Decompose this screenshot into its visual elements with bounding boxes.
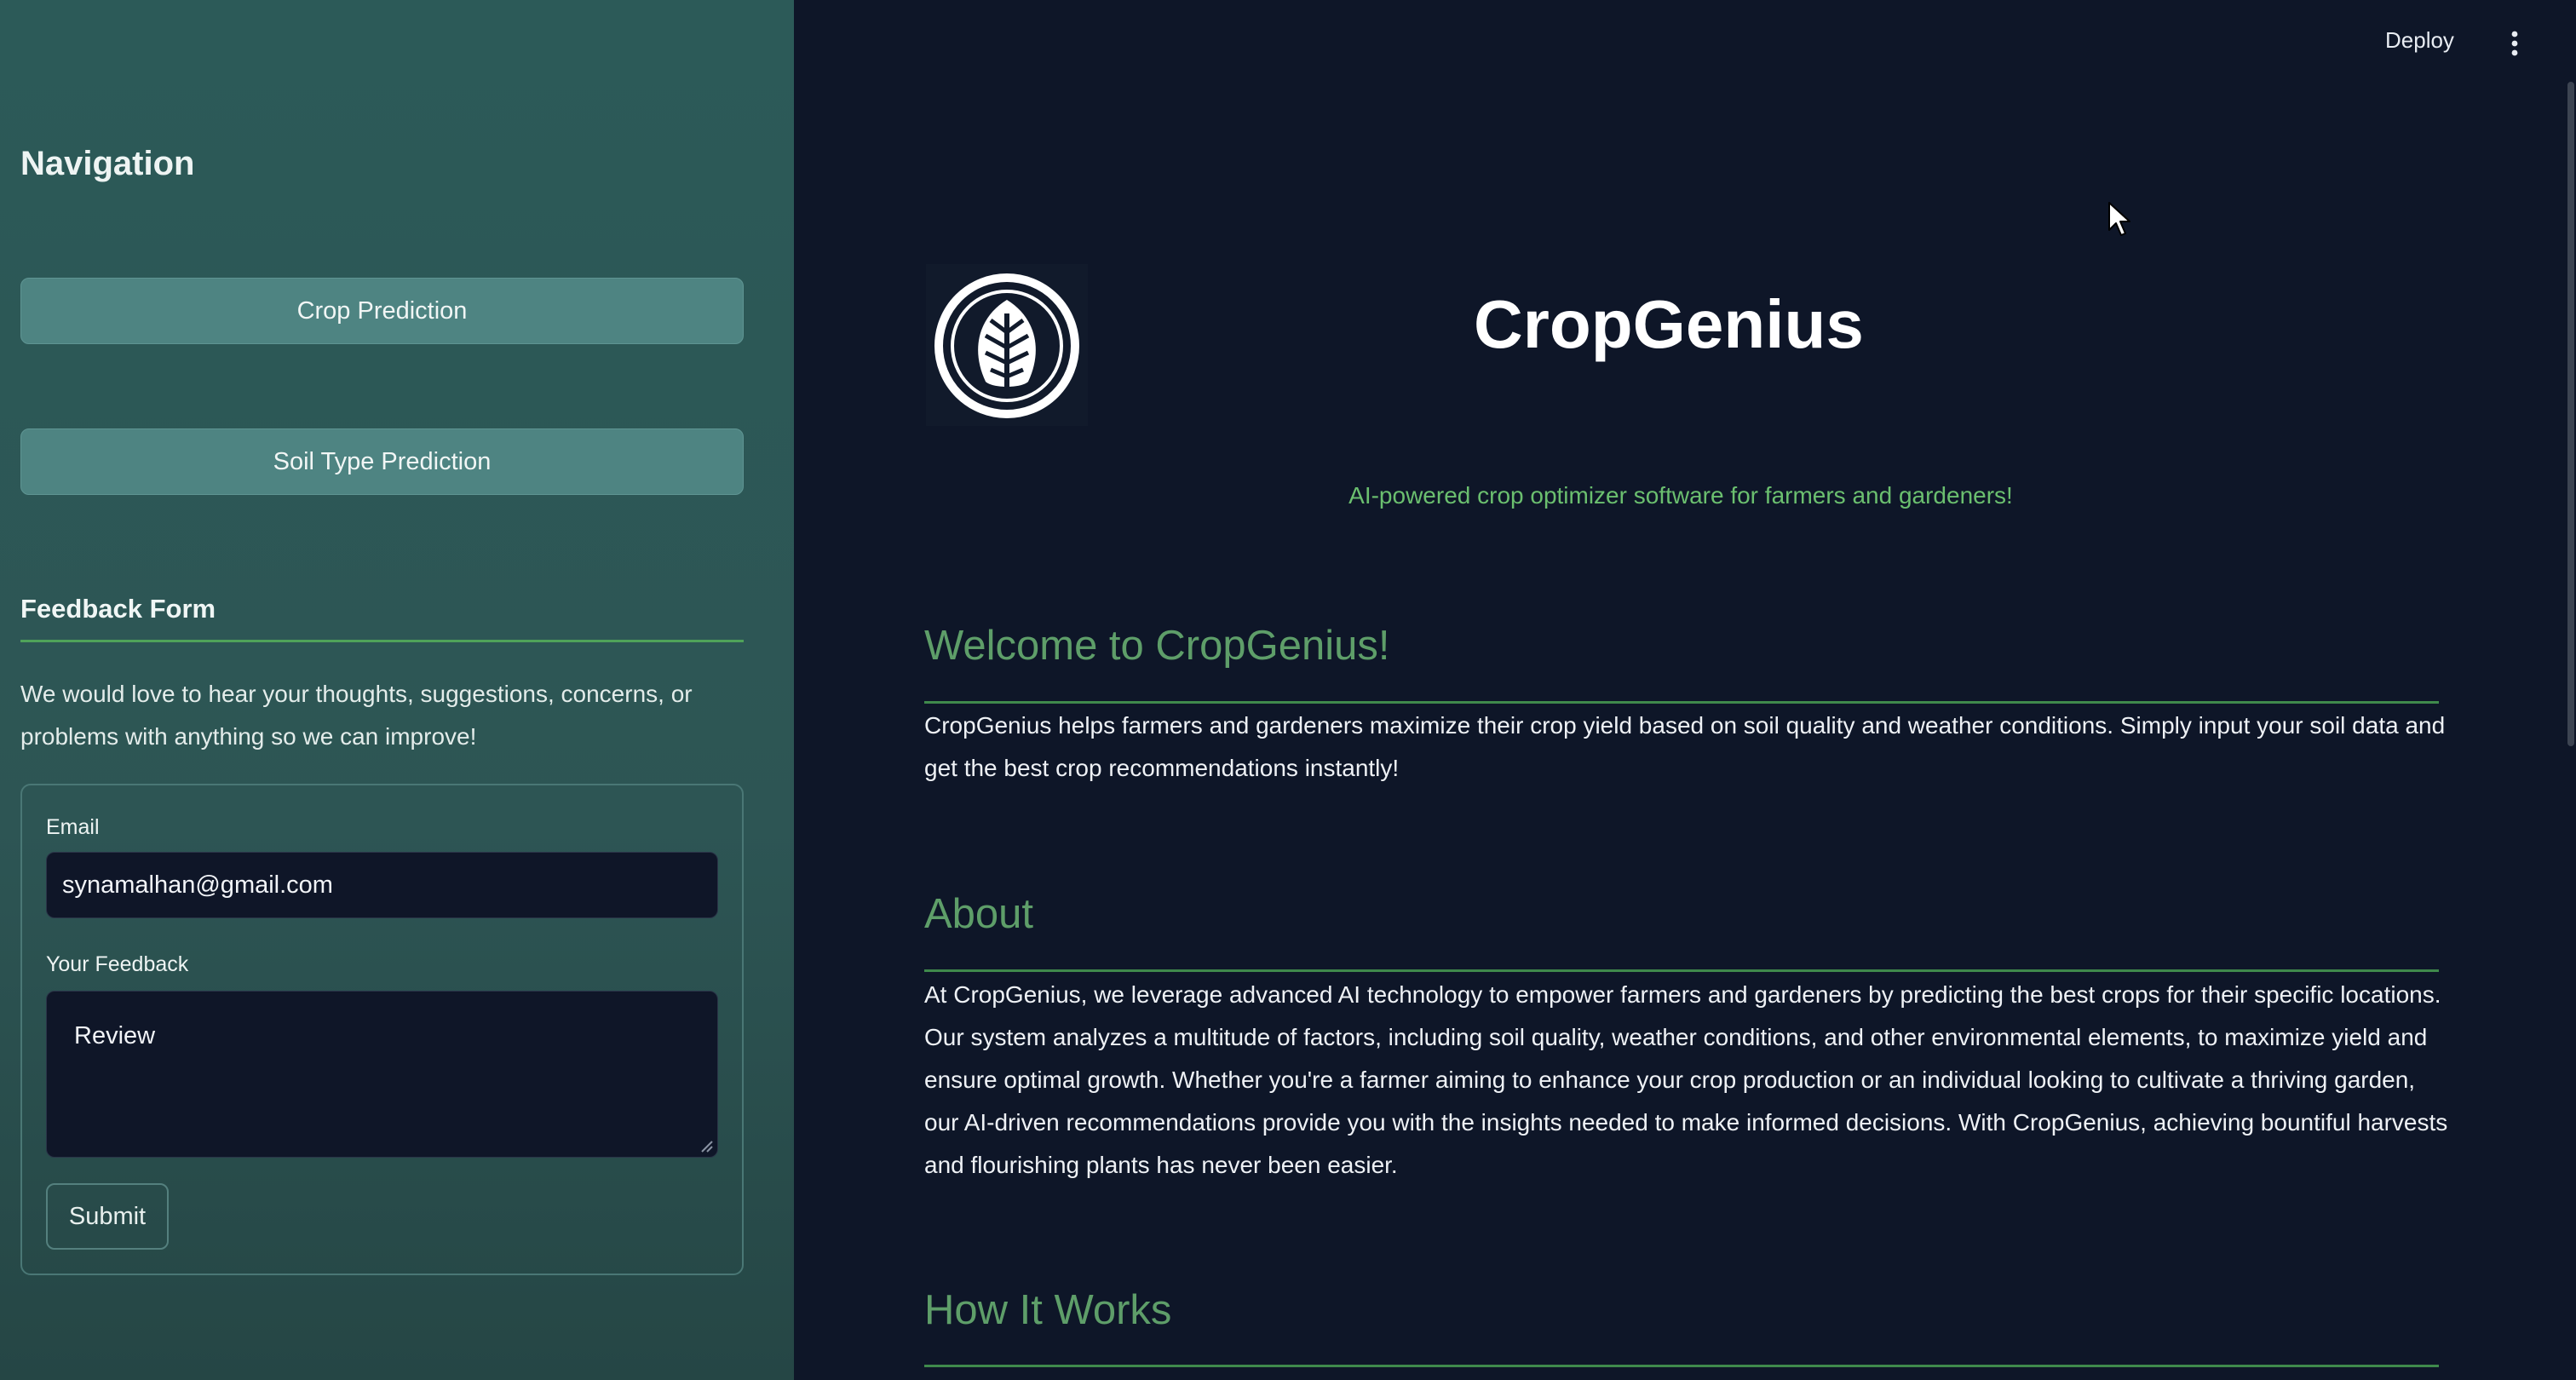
feedback-divider	[20, 640, 744, 642]
feedback-label: Your Feedback	[46, 952, 189, 976]
page-title: CropGenius	[1474, 286, 1864, 362]
scrollbar-thumb[interactable]	[2567, 82, 2574, 746]
welcome-paragraph: CropGenius helps farmers and gardeners m…	[924, 712, 2446, 781]
sidebar: Navigation Crop Prediction Soil Type Pre…	[0, 0, 794, 1380]
feedback-textarea[interactable]: Review	[46, 991, 718, 1158]
app-window: Navigation Crop Prediction Soil Type Pre…	[0, 0, 2576, 1380]
email-label: Email	[46, 815, 100, 839]
resize-grip-icon[interactable]	[699, 1138, 714, 1153]
soil-type-prediction-button[interactable]: Soil Type Prediction	[20, 428, 744, 495]
sidebar-title: Navigation	[20, 145, 195, 182]
feedback-description: We would love to hear your thoughts, sug…	[20, 681, 693, 750]
welcome-heading: Welcome to CropGenius!	[924, 623, 1390, 669]
leaf-logo-icon	[926, 264, 1088, 426]
how-it-works-divider	[924, 1365, 2439, 1367]
welcome-divider	[924, 701, 2439, 704]
mouse-cursor-icon	[2108, 202, 2130, 236]
submit-button[interactable]: Submit	[46, 1183, 169, 1250]
email-field[interactable]	[46, 852, 718, 918]
tagline: AI-powered crop optimizer software for f…	[1348, 482, 2013, 509]
about-divider	[924, 969, 2439, 972]
kebab-menu-icon[interactable]	[2504, 27, 2525, 61]
about-heading: About	[924, 891, 1034, 937]
how-it-works-heading: How It Works	[924, 1287, 1172, 1333]
about-paragraph: At CropGenius, we leverage advanced AI t…	[924, 981, 2448, 1178]
crop-prediction-button[interactable]: Crop Prediction	[20, 278, 744, 344]
feedback-form-title: Feedback Form	[20, 594, 216, 624]
deploy-button[interactable]: Deploy	[2385, 27, 2454, 54]
